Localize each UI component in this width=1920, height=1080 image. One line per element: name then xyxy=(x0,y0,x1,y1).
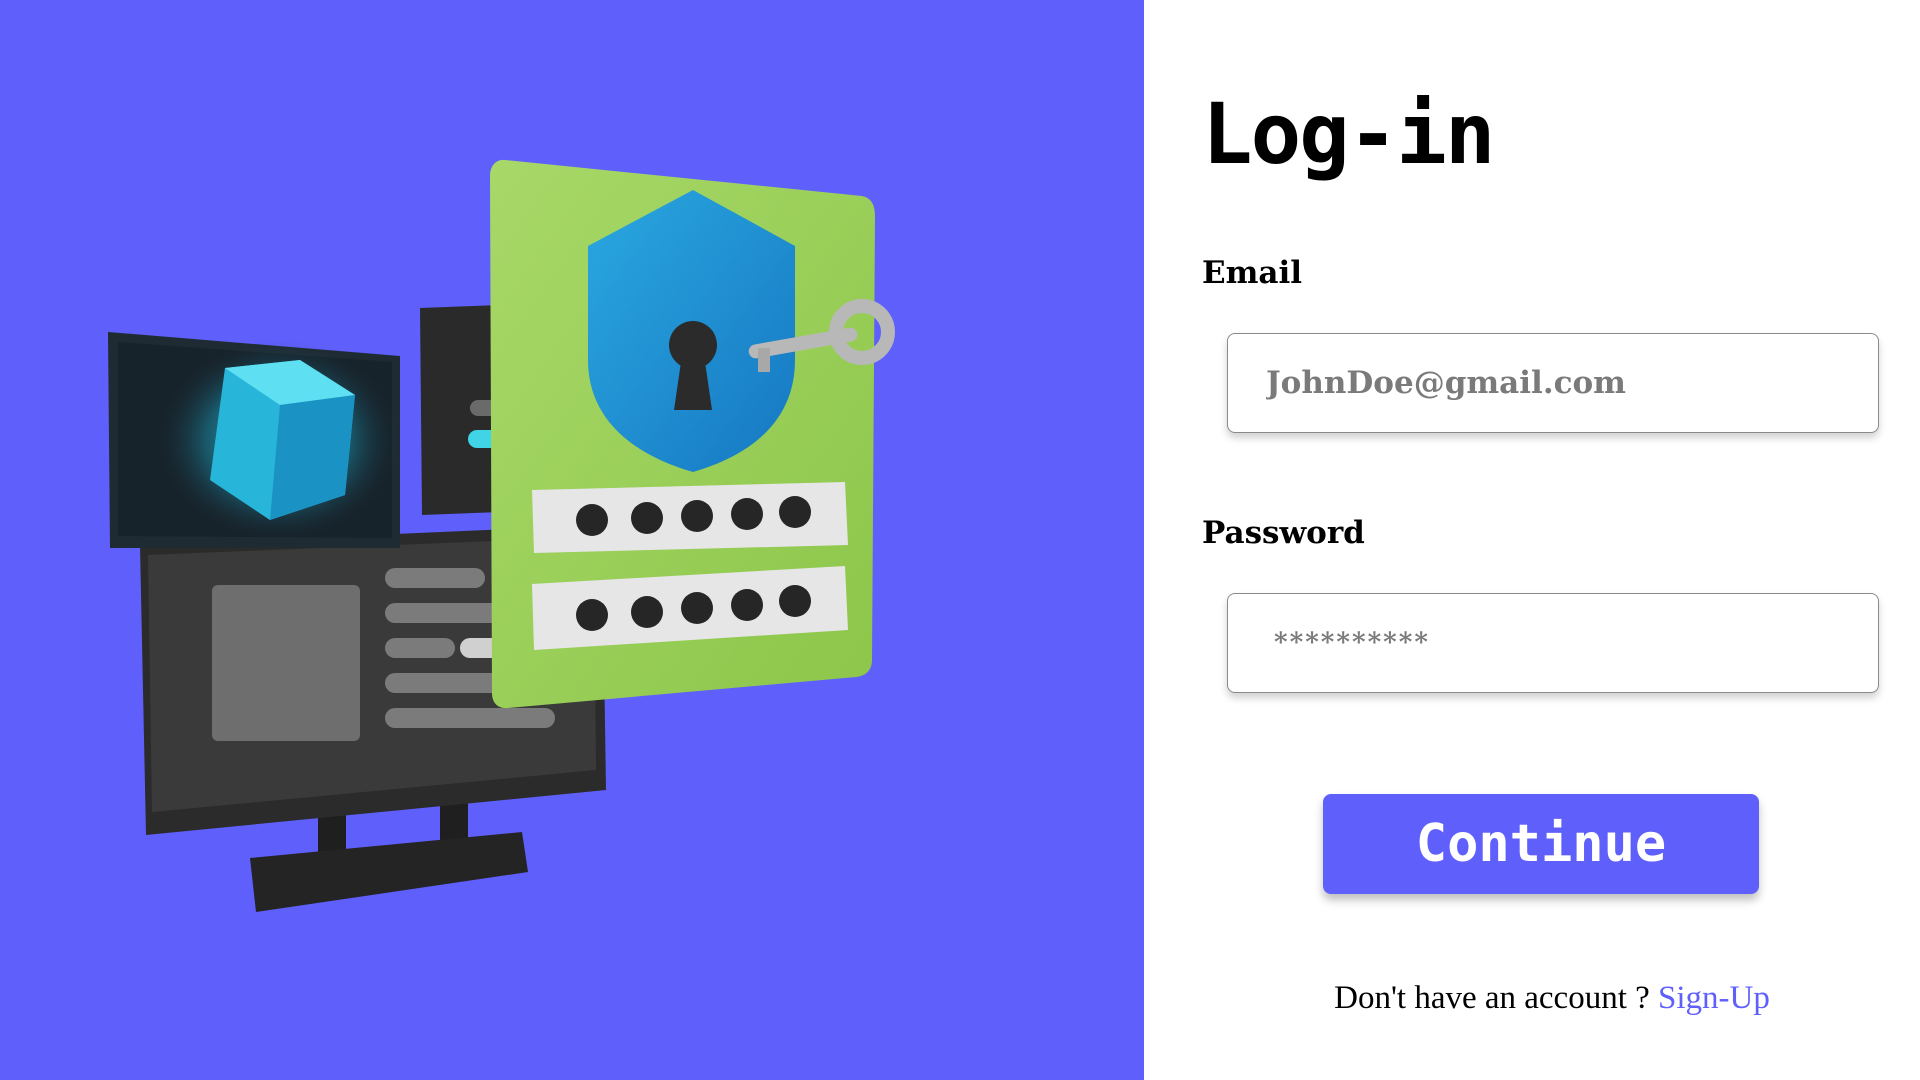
security-illustration xyxy=(108,159,895,912)
password-field[interactable] xyxy=(1227,593,1879,693)
email-label: Email xyxy=(1202,255,1303,291)
signup-prompt-text: Don't have an account ? xyxy=(1334,980,1659,1016)
page-title: Log-in xyxy=(1202,85,1495,183)
login-panel: Log-in Email Password Continue Don't hav… xyxy=(1144,0,1920,1080)
signup-link[interactable]: Sign-Up xyxy=(1658,980,1770,1016)
password-label: Password xyxy=(1202,515,1365,551)
illustration-panel xyxy=(0,0,1144,1080)
email-field[interactable] xyxy=(1227,333,1879,433)
security-card-icon xyxy=(490,159,895,709)
shield-lock-icon xyxy=(588,190,795,472)
continue-button[interactable]: Continue xyxy=(1323,794,1759,894)
signup-prompt-row: Don't have an account ? Sign-Up xyxy=(1144,980,1920,1017)
